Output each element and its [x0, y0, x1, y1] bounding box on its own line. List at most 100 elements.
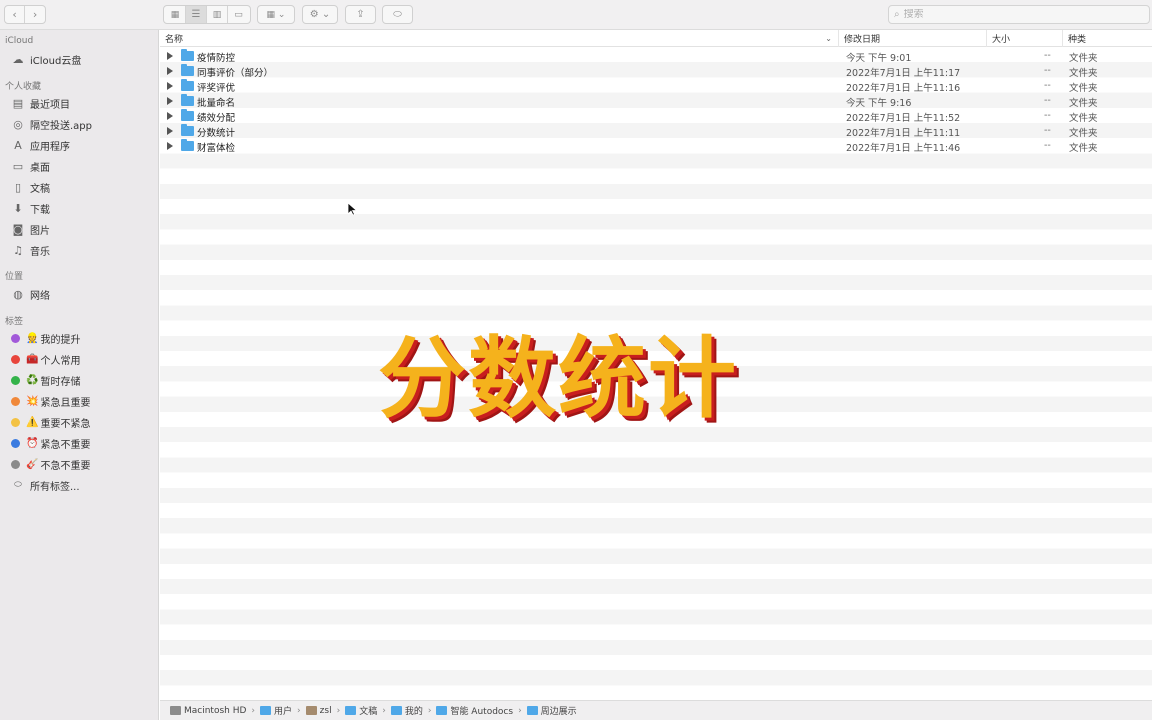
disclosure-triangle-icon[interactable] [167, 97, 173, 105]
gallery-view-button[interactable]: ▭ [228, 6, 249, 23]
tag-color-dot [11, 354, 20, 364]
sidebar-item-label: 桌面 [30, 162, 50, 174]
tag-emoji: ♻️ [26, 374, 39, 386]
table-row[interactable]: 评奖评优 2022年7月1日 上午11:16 -- 文件夹 [160, 79, 1152, 94]
disclosure-triangle-icon[interactable] [167, 82, 173, 90]
breadcrumb-item[interactable]: 用户 [260, 704, 292, 717]
chevron-right-icon: › [32, 8, 38, 21]
file-size: -- [1044, 110, 1051, 121]
breadcrumb-label: 我的 [404, 707, 423, 717]
file-date: 2022年7月1日 上午11:46 [846, 143, 961, 154]
breadcrumb-item[interactable]: 智能 Autodocs [436, 704, 513, 717]
file-date: 2022年7月1日 上午11:11 [846, 128, 961, 139]
forward-button[interactable]: › [25, 6, 45, 23]
sidebar-item-label: 最近项目 [30, 99, 70, 111]
file-list: 名称 ⌄ 修改日期 大小 种类 疫情防控 今天 下午 9:01 -- 文件夹 同… [160, 30, 1152, 700]
disclosure-triangle-icon[interactable] [167, 52, 173, 60]
tag-color-dot [11, 438, 20, 448]
overlay-title: 分数统计 [378, 327, 739, 430]
disclosure-triangle-icon[interactable] [167, 127, 173, 135]
file-size: -- [1044, 125, 1051, 136]
share-icon: ⇪ [356, 9, 365, 20]
file-size: -- [1044, 95, 1051, 106]
breadcrumb-label: Macintosh HD [184, 705, 247, 716]
table-row[interactable]: 财富体检 2022年7月1日 上午11:46 -- 文件夹 [160, 139, 1152, 154]
action-button[interactable]: ⚙ ⌄ [302, 5, 338, 24]
sidebar-section-favorites: 个人收藏 [5, 82, 42, 92]
sidebar-item-music[interactable]: ♫ 音乐 [11, 241, 50, 259]
breadcrumb-separator: › [382, 705, 386, 716]
breadcrumb-item[interactable]: zsl [305, 706, 332, 716]
sidebar-item-documents[interactable]: ▯ 文稿 [11, 178, 50, 196]
tag-button[interactable]: ⬭ [382, 5, 413, 24]
breadcrumb-item[interactable]: Macintosh HD [170, 706, 246, 716]
list-icon: ☰ [191, 9, 201, 20]
sidebar-item-desktop[interactable]: ▭ 桌面 [11, 157, 50, 175]
group-icon: ▦ ⌄ [266, 9, 286, 20]
list-view-button[interactable]: ☰ [186, 6, 207, 23]
folder-icon [260, 706, 272, 715]
sidebar-item-icloud-drive[interactable]: ☁ iCloud云盘 [11, 50, 82, 68]
table-row[interactable]: 绩效分配 2022年7月1日 上午11:52 -- 文件夹 [160, 109, 1152, 124]
chevron-left-icon: ‹ [12, 8, 17, 21]
icon-view-button[interactable]: ▦ [165, 6, 186, 23]
search-input[interactable] [903, 9, 1104, 20]
sidebar-item-airdrop[interactable]: ◎ 隔空投送.app [11, 115, 92, 133]
tag-emoji: 👷 [26, 332, 39, 344]
globe-icon: ◍ [13, 287, 23, 301]
group-button[interactable]: ▦ ⌄ [257, 5, 295, 24]
table-row[interactable]: 分数统计 2022年7月1日 上午11:11 -- 文件夹 [160, 124, 1152, 139]
hard-drive-icon [170, 706, 181, 715]
sidebar-tag-item[interactable]: ♻️ 暂时存储 [11, 371, 80, 389]
disclosure-triangle-icon[interactable] [167, 142, 173, 150]
home-icon [305, 706, 317, 715]
column-name-header[interactable]: 名称 ⌄ [160, 30, 838, 47]
folder-icon [181, 49, 194, 61]
path-bar: Macintosh HD › 用户 › zsl › 文稿 › 我的 › 智能 A… [160, 700, 1152, 720]
file-kind: 文件夹 [1069, 143, 1098, 154]
gear-icon: ⚙ ⌄ [309, 9, 331, 20]
breadcrumb-separator: › [518, 705, 522, 716]
breadcrumb-separator: › [427, 705, 432, 716]
sidebar-item-recents[interactable]: ▤ 最近项目 [11, 94, 70, 112]
breadcrumb-item[interactable]: 我的 [390, 704, 423, 717]
sidebar-tag-item[interactable]: ⚠️ 重要不紧急 [11, 413, 90, 431]
music-icon: ♫ [13, 243, 23, 257]
sidebar-section-icloud: iCloud [5, 36, 34, 46]
column-size-header[interactable]: 大小 [986, 30, 1062, 47]
camera-icon: ◙ [12, 222, 24, 236]
file-name: 评奖评优 [197, 83, 236, 94]
sidebar-tag-item[interactable]: 🎸 不急不重要 [11, 455, 90, 473]
nav-buttons: ‹ › [4, 5, 46, 24]
share-button[interactable]: ⇪ [345, 5, 376, 24]
folder-icon [181, 94, 194, 106]
sidebar-item-all-tags[interactable]: ⬭ 所有标签... [11, 476, 79, 494]
column-date-header[interactable]: 修改日期 [838, 30, 986, 47]
sidebar-item-network[interactable]: ◍ 网络 [11, 285, 50, 303]
table-row[interactable]: 同事评价（部分） 2022年7月1日 上午11:17 -- 文件夹 [160, 64, 1152, 79]
breadcrumb-item[interactable]: 周边展示 [526, 704, 577, 717]
tag-emoji: ⏰ [26, 437, 39, 449]
breadcrumb-item[interactable]: 文稿 [345, 704, 377, 717]
back-button[interactable]: ‹ [5, 6, 26, 23]
sidebar-tag-item[interactable]: 🧰 个人常用 [11, 350, 80, 368]
column-name-label: 名称 [165, 35, 184, 45]
sidebar-item-applications[interactable]: A 应用程序 [11, 136, 70, 154]
disclosure-triangle-icon[interactable] [167, 112, 173, 120]
sidebar-tag-item[interactable]: 💥 紧急且重要 [11, 392, 90, 410]
column-view-button[interactable]: ▥ [207, 6, 228, 23]
table-row[interactable]: 批量命名 今天 下午 9:16 -- 文件夹 [160, 94, 1152, 109]
disclosure-triangle-icon[interactable] [167, 67, 173, 75]
table-row[interactable]: 疫情防控 今天 下午 9:01 -- 文件夹 [160, 49, 1152, 64]
breadcrumb-separator: › [297, 705, 301, 716]
tag-color-dot [11, 396, 20, 406]
finder-window: ‹ › ▦ ☰ ▥ ▭ ▦ ⌄ ⚙ ⌄ ⇪ ⬭ ⌕ iCloud ☁ iC [0, 0, 1152, 720]
search-field[interactable]: ⌕ [888, 5, 1150, 24]
columns-icon: ▥ [212, 9, 222, 20]
column-kind-header[interactable]: 种类 [1062, 30, 1152, 47]
sidebar-item-downloads[interactable]: ⬇ 下载 [11, 199, 50, 217]
file-size: -- [1044, 140, 1051, 151]
sidebar-tag-item[interactable]: ⏰ 紧急不重要 [11, 434, 90, 452]
sidebar-tag-item[interactable]: 👷 我的提升 [11, 329, 80, 347]
sidebar-item-pictures[interactable]: ◙ 图片 [11, 220, 50, 238]
